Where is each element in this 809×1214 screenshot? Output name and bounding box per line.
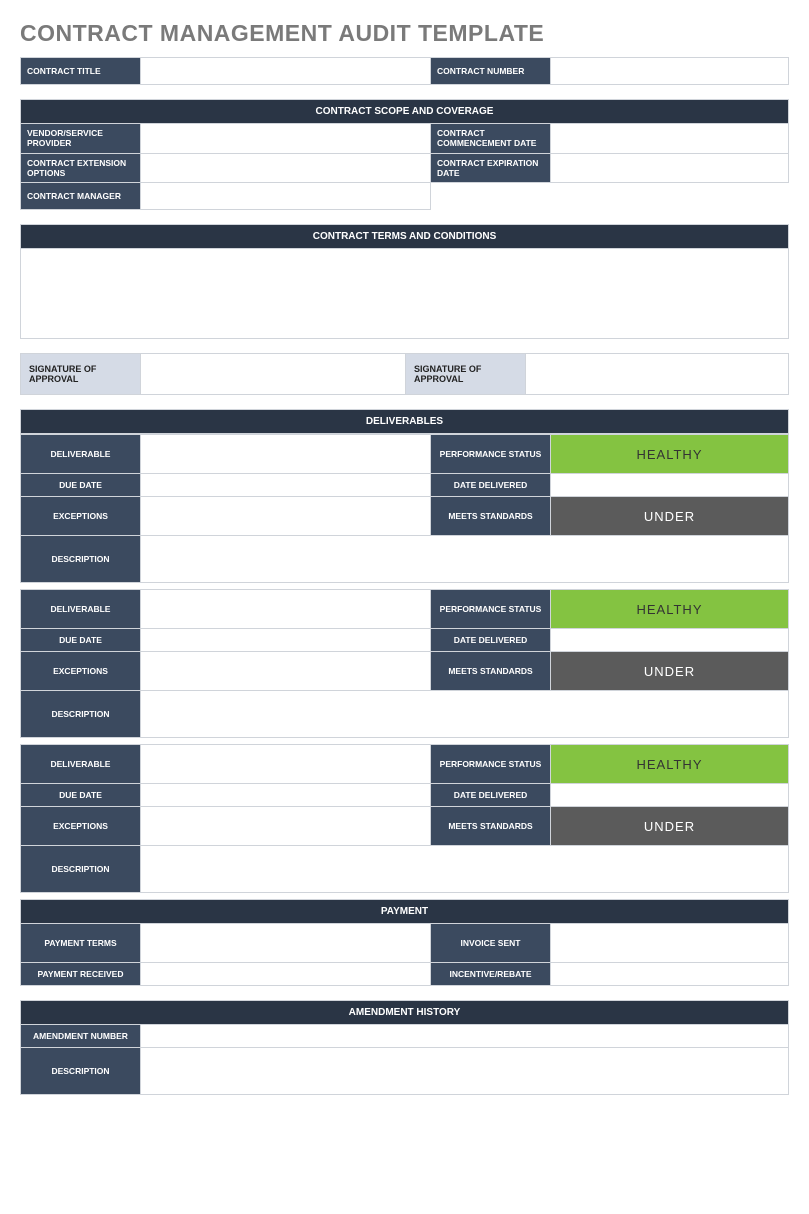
page-title: CONTRACT MANAGEMENT AUDIT TEMPLATE [20,20,789,47]
contract-title-label: CONTRACT TITLE [21,58,141,85]
invoice-sent-value[interactable] [551,924,789,963]
contract-title-value[interactable] [141,58,431,85]
perf-status-value[interactable]: HEALTHY [551,590,789,629]
due-date-label: DUE DATE [21,784,141,807]
date-delivered-label: DATE DELIVERED [431,474,551,497]
meets-standards-label: MEETS STANDARDS [431,652,551,691]
payment-terms-value[interactable] [141,924,431,963]
amendment-description-value[interactable] [141,1048,789,1095]
expiration-value[interactable] [551,153,789,182]
exceptions-label: EXCEPTIONS [21,497,141,536]
due-date-value[interactable] [141,474,431,497]
vendor-value[interactable] [141,124,431,153]
extension-label: CONTRACT EXTENSION OPTIONS [21,153,141,182]
payment-received-label: PAYMENT RECEIVED [21,963,141,986]
scope-table: CONTRACT SCOPE AND COVERAGE VENDOR/SERVI… [20,99,789,210]
terms-content[interactable] [21,249,789,339]
deliverables-table: DELIVERABLES [20,409,789,434]
meets-standards-label: MEETS STANDARDS [431,807,551,846]
payment-table: PAYMENT PAYMENT TERMS INVOICE SENT PAYME… [20,899,789,986]
perf-status-label: PERFORMANCE STATUS [431,590,551,629]
commence-value[interactable] [551,124,789,153]
perf-status-label: PERFORMANCE STATUS [431,435,551,474]
payment-header: PAYMENT [21,900,789,924]
perf-status-label: PERFORMANCE STATUS [431,745,551,784]
deliverable-value[interactable] [141,435,431,474]
terms-header: CONTRACT TERMS AND CONDITIONS [21,225,789,249]
meets-standards-label: MEETS STANDARDS [431,497,551,536]
deliverable-block: DELIVERABLE PERFORMANCE STATUS HEALTHY D… [20,744,789,893]
exceptions-value[interactable] [141,807,431,846]
deliverable-block: DELIVERABLE PERFORMANCE STATUS HEALTHY D… [20,589,789,738]
perf-status-value[interactable]: HEALTHY [551,745,789,784]
meets-standards-value[interactable]: UNDER [551,652,789,691]
due-date-label: DUE DATE [21,474,141,497]
contract-id-table: CONTRACT TITLE CONTRACT NUMBER [20,57,789,85]
deliverable-label: DELIVERABLE [21,435,141,474]
incentive-label: INCENTIVE/REBATE [431,963,551,986]
payment-terms-label: PAYMENT TERMS [21,924,141,963]
description-label: DESCRIPTION [21,846,141,893]
date-delivered-value[interactable] [551,474,789,497]
exceptions-value[interactable] [141,497,431,536]
deliverable-label: DELIVERABLE [21,590,141,629]
deliverable-block: DELIVERABLE PERFORMANCE STATUS HEALTHY D… [20,434,789,583]
signature-table: SIGNATURE OF APPROVAL SIGNATURE OF APPRO… [20,353,789,395]
amendment-header: AMENDMENT HISTORY [21,1001,789,1025]
vendor-label: VENDOR/SERVICE PROVIDER [21,124,141,153]
description-label: DESCRIPTION [21,691,141,738]
deliverable-label: DELIVERABLE [21,745,141,784]
due-date-value[interactable] [141,784,431,807]
signature-value-2[interactable] [526,354,789,395]
due-date-label: DUE DATE [21,629,141,652]
expiration-label: CONTRACT EXPIRATION DATE [431,153,551,182]
extension-value[interactable] [141,153,431,182]
contract-number-label: CONTRACT NUMBER [431,58,551,85]
incentive-value[interactable] [551,963,789,986]
exceptions-value[interactable] [141,652,431,691]
amendment-description-label: DESCRIPTION [21,1048,141,1095]
signature-value-1[interactable] [141,354,406,395]
exceptions-label: EXCEPTIONS [21,807,141,846]
meets-standards-value[interactable]: UNDER [551,497,789,536]
date-delivered-value[interactable] [551,784,789,807]
date-delivered-label: DATE DELIVERED [431,629,551,652]
scope-header: CONTRACT SCOPE AND COVERAGE [21,100,789,124]
description-value[interactable] [141,536,789,583]
contract-number-value[interactable] [551,58,789,85]
deliverable-value[interactable] [141,745,431,784]
amendment-number-label: AMENDMENT NUMBER [21,1025,141,1048]
date-delivered-label: DATE DELIVERED [431,784,551,807]
exceptions-label: EXCEPTIONS [21,652,141,691]
description-value[interactable] [141,691,789,738]
terms-table: CONTRACT TERMS AND CONDITIONS [20,224,789,339]
invoice-sent-label: INVOICE SENT [431,924,551,963]
signature-label-2: SIGNATURE OF APPROVAL [406,354,526,395]
date-delivered-value[interactable] [551,629,789,652]
manager-label: CONTRACT MANAGER [21,182,141,209]
commence-label: CONTRACT COMMENCEMENT DATE [431,124,551,153]
payment-received-value[interactable] [141,963,431,986]
amendment-number-value[interactable] [141,1025,789,1048]
due-date-value[interactable] [141,629,431,652]
description-value[interactable] [141,846,789,893]
deliverable-value[interactable] [141,590,431,629]
meets-standards-value[interactable]: UNDER [551,807,789,846]
signature-label-1: SIGNATURE OF APPROVAL [21,354,141,395]
description-label: DESCRIPTION [21,536,141,583]
manager-value[interactable] [141,182,431,209]
amendment-table: AMENDMENT HISTORY AMENDMENT NUMBER DESCR… [20,1000,789,1095]
deliverables-header: DELIVERABLES [21,410,789,434]
perf-status-value[interactable]: HEALTHY [551,435,789,474]
